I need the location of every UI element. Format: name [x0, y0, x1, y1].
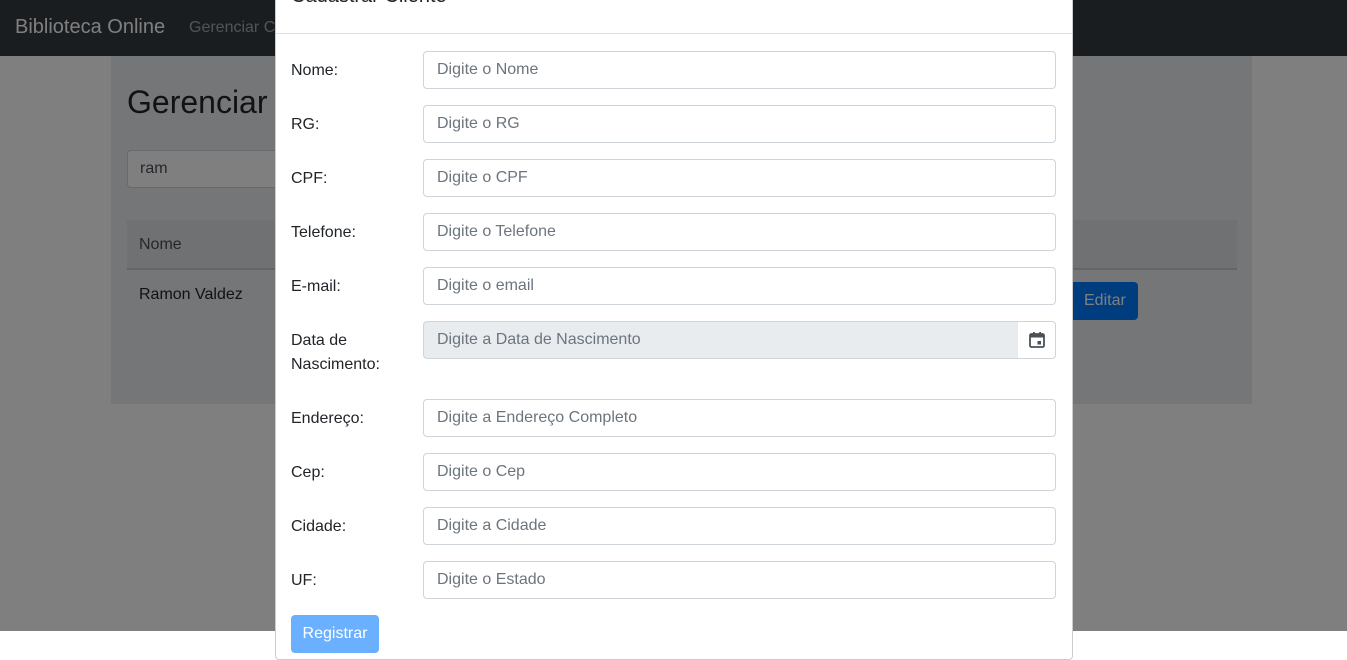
cep-input[interactable] — [423, 453, 1056, 491]
cpf-input[interactable] — [423, 159, 1056, 197]
calendar-icon — [1028, 332, 1045, 348]
label-rg: RG: — [291, 116, 320, 133]
label-telefone: Telefone: — [291, 224, 356, 241]
modal-header: Cadastrar Cliente — [276, 0, 1072, 34]
endereco-input[interactable] — [423, 399, 1056, 437]
email-input[interactable] — [423, 267, 1056, 305]
label-cpf: CPF: — [291, 170, 328, 187]
label-cidade: Cidade: — [291, 518, 347, 535]
telefone-input[interactable] — [423, 213, 1056, 251]
uf-input[interactable] — [423, 561, 1056, 599]
label-nome: Nome: — [291, 62, 339, 79]
modal-title: Cadastrar Cliente — [291, 0, 447, 8]
register-client-modal: Cadastrar Cliente Nome: RG: CPF: Telefon… — [275, 0, 1073, 660]
cidade-input[interactable] — [423, 507, 1056, 545]
register-button[interactable]: Registrar — [291, 615, 379, 653]
label-email: E-mail: — [291, 278, 341, 295]
label-data-nascimento-line1: Data de — [291, 332, 348, 349]
birthdate-input[interactable] — [423, 321, 1019, 359]
calendar-button[interactable] — [1018, 321, 1056, 359]
label-cep: Cep: — [291, 464, 325, 481]
label-endereco: Endereço: — [291, 410, 364, 427]
label-uf: UF: — [291, 572, 317, 589]
rg-input[interactable] — [423, 105, 1056, 143]
nome-input[interactable] — [423, 51, 1056, 89]
label-data-nascimento-line2: Nascimento: — [291, 356, 380, 373]
